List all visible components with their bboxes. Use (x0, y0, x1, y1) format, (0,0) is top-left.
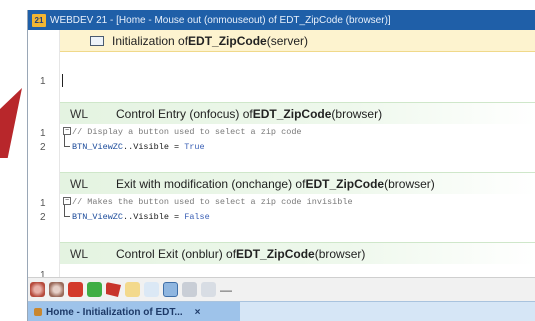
page-icon (34, 308, 42, 316)
line-number-gutter (28, 30, 60, 277)
code-comment[interactable]: // Display a button used to select a zip… (72, 127, 302, 137)
line-number: 1 (40, 270, 46, 277)
close-icon[interactable]: × (195, 307, 201, 318)
gear-red-icon[interactable] (30, 282, 45, 297)
section-header-onchange[interactable]: WL Exit with modification (onchange) of … (60, 172, 535, 194)
red-block-icon[interactable] (68, 282, 83, 297)
yellow-icon[interactable] (125, 282, 140, 297)
toolbar-separator: — (220, 282, 232, 297)
pointer-icon[interactable] (201, 282, 216, 297)
fold-toggle[interactable]: − (63, 127, 71, 135)
line-number: 2 (40, 142, 46, 153)
code-value: False (184, 212, 210, 222)
tab-home-initialization[interactable]: Home - Initialization of EDT... × (28, 302, 240, 321)
grey-icon[interactable] (182, 282, 197, 297)
editor-toolbar: — (28, 277, 535, 301)
code-identifier: BTN_ViewZC (72, 142, 124, 152)
code-statement[interactable]: BTN_ViewZC..Visible = False (72, 212, 210, 222)
code-value: True (184, 142, 205, 152)
line-number: 1 (40, 198, 46, 209)
app-icon: 21 (32, 13, 46, 27)
code-bracket (64, 205, 70, 217)
section-field: EDT_ZipCode (305, 176, 385, 191)
tab-label: Home - Initialization of EDT... (46, 306, 183, 318)
section-header-onblur[interactable]: WL Control Exit (onblur) of EDT_ZipCode … (60, 242, 535, 264)
section-header-initialization-server[interactable]: Initialization of EDT_ZipCode (server) (60, 30, 535, 52)
wl-label: WL (70, 246, 88, 261)
section-event: Control Exit (onblur) of (116, 246, 237, 261)
text-cursor (62, 74, 63, 87)
section-field: EDT_ZipCode (236, 246, 315, 261)
window-title: WEBDEV 21 - [Home - Mouse out (onmouseou… (50, 14, 391, 26)
document-tab-bar: Home - Initialization of EDT... × (28, 301, 535, 321)
section-field: EDT_ZipCode (252, 106, 332, 121)
section-suffix: (server) (266, 33, 309, 48)
webdev-window: 21 WEBDEV 21 - [Home - Mouse out (onmous… (27, 10, 535, 321)
code-identifier: BTN_ViewZC (72, 212, 124, 222)
section-event: Exit with modification (onchange) of (116, 176, 306, 191)
wl-label: WL (70, 106, 88, 121)
code-property: ..Visible = (123, 142, 185, 152)
green-block-icon[interactable] (87, 282, 102, 297)
section-header-onfocus[interactable]: WL Control Entry (onfocus) of EDT_ZipCod… (60, 102, 535, 124)
line-number: 1 (40, 128, 46, 139)
gear-icon[interactable] (49, 282, 64, 297)
section-suffix: (browser) (314, 246, 366, 261)
code-bracket (64, 135, 70, 147)
section-suffix: (browser) (384, 176, 435, 191)
line-number: 2 (40, 212, 46, 223)
fold-toggle[interactable]: − (63, 197, 71, 205)
section-field: EDT_ZipCode (188, 33, 267, 48)
selected-blue-icon[interactable] (163, 282, 178, 297)
section-suffix: (browser) (331, 106, 383, 121)
title-bar: 21 WEBDEV 21 - [Home - Mouse out (onmous… (28, 10, 535, 30)
code-property: ..Visible = (123, 212, 185, 222)
wl-label: WL (70, 176, 88, 191)
red-arrow-decoration (0, 88, 22, 158)
code-editor[interactable]: Initialization of EDT_ZipCode (server) 1… (28, 30, 535, 277)
red-shape-icon[interactable] (106, 282, 121, 297)
section-label: Initialization of (112, 33, 189, 48)
server-icon (90, 35, 104, 46)
line-number: 1 (40, 76, 46, 87)
code-comment[interactable]: // Makes the button used to select a zip… (72, 197, 353, 207)
lightblue-icon[interactable] (144, 282, 159, 297)
section-event: Control Entry (onfocus) of (116, 106, 253, 121)
code-statement[interactable]: BTN_ViewZC..Visible = True (72, 142, 205, 152)
